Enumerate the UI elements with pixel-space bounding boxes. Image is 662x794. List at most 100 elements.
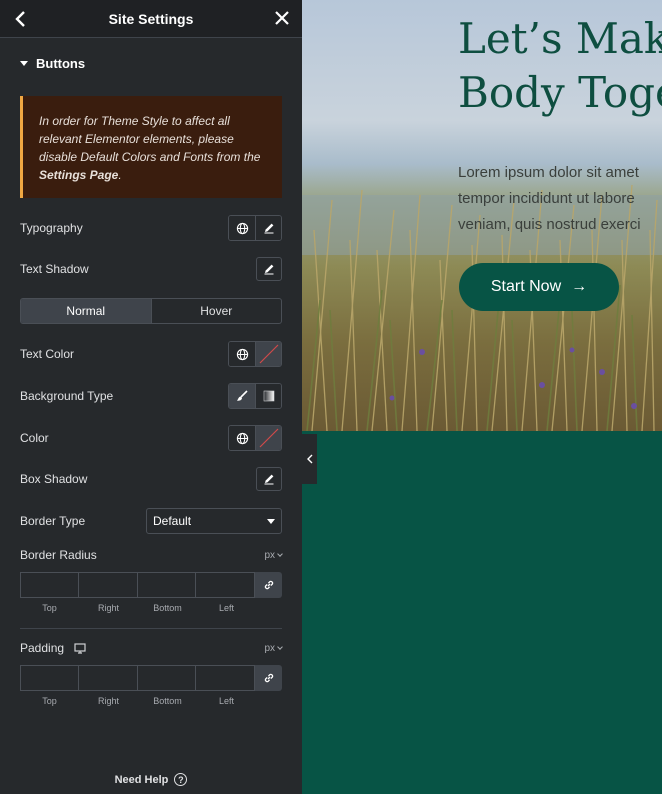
collapse-panel-button[interactable] (302, 434, 317, 484)
no-color-icon (259, 428, 278, 448)
border-type-value: Default (153, 514, 192, 528)
edit-box-shadow-button[interactable] (256, 467, 282, 491)
green-section (302, 431, 662, 794)
globe-icon (236, 348, 248, 360)
color-label: Color (20, 431, 49, 445)
no-color-icon (259, 344, 278, 364)
padding-right-input[interactable] (78, 665, 138, 691)
color-control: Color (20, 425, 282, 451)
unit-value: px (264, 642, 275, 654)
pencil-icon (264, 264, 274, 275)
padding-unit-select[interactable]: px (264, 642, 283, 654)
box-shadow-control: Box Shadow (20, 467, 282, 491)
state-tabs: Normal Hover (20, 298, 282, 324)
theme-style-notice: In order for Theme Style to affect all r… (20, 96, 282, 198)
text-color-control: Text Color (20, 341, 282, 367)
background-type-label: Background Type (20, 389, 114, 403)
hero-text: Lorem ipsum dolor sit amet tempor incidi… (458, 160, 662, 238)
close-icon[interactable] (274, 10, 290, 26)
global-text-color-button[interactable] (229, 342, 255, 366)
unit-value: px (264, 549, 275, 561)
hero-text-line-1: Lorem ipsum dolor sit amet (458, 164, 639, 181)
chevron-left-icon[interactable] (12, 9, 30, 29)
link-icon (264, 580, 273, 590)
background-gradient-button[interactable] (255, 384, 281, 408)
dim-label-left: Left (218, 696, 234, 706)
start-now-label: Start Now (490, 278, 562, 295)
notice-end: . (118, 168, 122, 182)
global-color-button[interactable] (229, 426, 255, 450)
settings-page-link[interactable]: Settings Page (39, 168, 118, 182)
typography-label: Typography (20, 221, 83, 235)
dim-label-right: Right (97, 696, 119, 706)
hero-text-line-2: tempor incididunt ut labore (458, 190, 635, 207)
padding-left-input[interactable] (196, 665, 256, 691)
text-shadow-label: Text Shadow (20, 262, 89, 276)
border-radius-header: Border Radius px (20, 548, 283, 562)
background-type-control: Background Type (20, 383, 282, 409)
chevron-down-icon (277, 551, 283, 557)
dim-label-top: Top (42, 696, 57, 706)
border-radius-bottom-input[interactable] (137, 572, 197, 598)
link-icon (264, 673, 273, 683)
box-shadow-label: Box Shadow (20, 472, 88, 486)
tab-normal[interactable]: Normal (21, 299, 151, 323)
hero-title: Let’s Make Body Toge (458, 12, 662, 120)
section-title: Buttons (36, 55, 86, 71)
hero-title-line-2: Body Toge (458, 68, 662, 117)
padding-label: Padding (20, 641, 65, 655)
edit-text-shadow-button[interactable] (256, 257, 282, 281)
pencil-icon (264, 474, 274, 485)
edit-typography-button[interactable] (255, 216, 281, 240)
padding-inputs (20, 665, 283, 691)
color-buttons (228, 425, 282, 451)
text-color-swatch[interactable] (255, 342, 281, 366)
border-radius-unit-select[interactable]: px (264, 549, 283, 561)
hero-text-line-3: veniam, quis nostrud exerci (458, 216, 641, 233)
border-radius-top-input[interactable] (20, 572, 79, 598)
dim-label-bottom: Bottom (153, 696, 182, 706)
padding-bottom-input[interactable] (137, 665, 197, 691)
border-type-label: Border Type (20, 514, 86, 528)
background-type-buttons (228, 383, 282, 409)
typography-buttons (228, 215, 282, 241)
padding-top-input[interactable] (20, 665, 79, 691)
tab-hover[interactable]: Hover (150, 299, 282, 323)
dim-label-top: Top (42, 603, 57, 613)
link-values-button[interactable] (255, 665, 283, 691)
globe-icon (236, 222, 248, 234)
dim-label-right: Right (97, 603, 119, 613)
pencil-icon (264, 223, 273, 234)
caret-down-icon (267, 518, 275, 524)
border-radius-inputs (20, 572, 283, 598)
typography-control: Typography (20, 215, 282, 241)
globe-icon (236, 432, 248, 444)
border-type-select[interactable]: Default (146, 508, 282, 534)
link-values-button[interactable] (255, 572, 283, 598)
section-toggle-buttons[interactable]: Buttons (0, 38, 302, 88)
notice-text: In order for Theme Style to affect all r… (39, 114, 261, 164)
hero-section: Let’s Make Body Toge Lorem ipsum dolor s… (302, 0, 662, 431)
global-typography-button[interactable] (229, 216, 255, 240)
border-type-control: Border Type Default (20, 508, 282, 534)
text-color-label: Text Color (20, 347, 75, 361)
dim-label-bottom: Bottom (153, 603, 182, 613)
gradient-icon (263, 390, 274, 402)
start-now-button[interactable]: Start Now → (459, 263, 619, 311)
background-classic-button[interactable] (229, 384, 255, 408)
border-radius-left-input[interactable] (196, 572, 256, 598)
divider (20, 628, 282, 629)
panel-header: Site Settings (0, 0, 302, 38)
color-swatch[interactable] (255, 426, 281, 450)
need-help[interactable]: Need Help ? (0, 773, 302, 786)
padding-dim-labels: Top Right Bottom Left (20, 696, 256, 706)
border-radius-dim-labels: Top Right Bottom Left (20, 603, 256, 613)
chevron-left-icon (306, 454, 312, 464)
brush-icon (237, 390, 248, 401)
padding-label-wrap: Padding (20, 641, 86, 655)
border-radius-right-input[interactable] (78, 572, 138, 598)
desktop-icon[interactable] (74, 642, 86, 654)
chevron-down-icon (277, 644, 283, 650)
panel-title: Site Settings (108, 10, 194, 27)
need-help-label: Need Help (114, 773, 169, 786)
